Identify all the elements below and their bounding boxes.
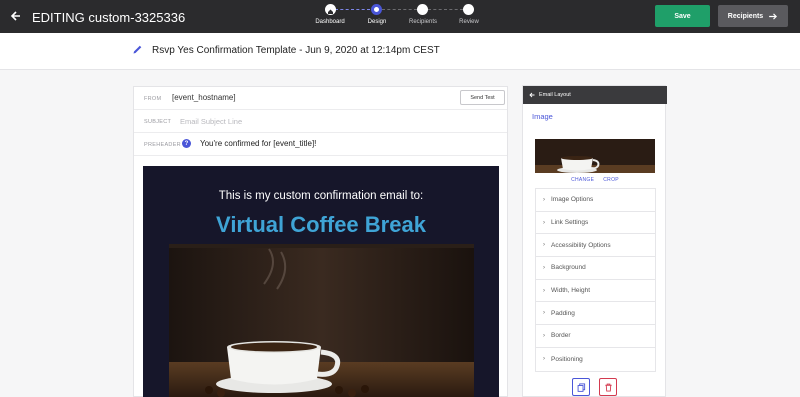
option-label: Width, Height	[551, 287, 591, 295]
option-background[interactable]: › Background	[536, 257, 655, 280]
option-label: Accessibility Options	[551, 241, 611, 249]
chevron-right-icon: ›	[543, 219, 545, 226]
from-row: FROM [event_hostname] Send Test	[134, 87, 507, 110]
option-label: Positioning	[551, 355, 583, 363]
chevron-right-icon: ›	[543, 242, 545, 249]
preheader-label: PREHEADER	[144, 142, 181, 148]
email-intro-text[interactable]: This is my custom confirmation email to:	[143, 190, 499, 202]
step-label-review: Review	[459, 19, 479, 25]
editing-title: EDITING custom-3325336	[32, 10, 186, 25]
option-label: Background	[551, 264, 586, 272]
coffee-photo	[169, 244, 474, 397]
home-icon	[328, 9, 333, 14]
step-recipients[interactable]	[417, 4, 428, 15]
arrow-right-icon	[769, 12, 778, 20]
send-test-label: Send Test	[470, 94, 495, 101]
option-border[interactable]: › Border	[536, 325, 655, 348]
chevron-right-icon: ›	[543, 264, 545, 271]
from-field[interactable]: [event_hostname]	[172, 93, 236, 102]
stepper-line	[382, 9, 417, 10]
help-icon[interactable]: ?	[182, 139, 191, 148]
stepper-line	[428, 9, 463, 10]
option-positioning[interactable]: › Positioning	[536, 348, 655, 371]
options-list: › Image Options › Link Settings › Access…	[535, 188, 656, 372]
chevron-right-icon: ›	[543, 310, 545, 317]
step-review[interactable]	[463, 4, 474, 15]
back-arrow-icon	[529, 92, 535, 98]
option-link-settings[interactable]: › Link Settings	[536, 212, 655, 235]
recipients-button[interactable]: Recipients	[718, 5, 788, 27]
subject-label: SUBJECT	[144, 119, 172, 125]
step-design[interactable]	[371, 4, 382, 15]
email-canvas[interactable]: This is my custom confirmation email to:…	[143, 166, 499, 397]
delete-button[interactable]	[599, 378, 617, 396]
step-dashboard[interactable]	[325, 4, 336, 15]
subject-field[interactable]: Email Subject Line	[180, 117, 242, 126]
image-section-title: Image	[532, 112, 553, 121]
option-image-options[interactable]: › Image Options	[536, 189, 655, 212]
from-label: FROM	[144, 96, 162, 102]
chevron-right-icon: ›	[543, 356, 545, 363]
preheader-row: PREHEADER ? You're confirmed for [event_…	[134, 133, 507, 156]
save-label: Save	[674, 12, 691, 20]
duplicate-button[interactable]	[572, 378, 590, 396]
subject-row: SUBJECT Email Subject Line	[134, 110, 507, 133]
option-label: Image Options	[551, 196, 594, 204]
option-label: Link Settings	[551, 219, 589, 227]
image-actions: CHANGE CROP	[523, 177, 667, 183]
change-link[interactable]: CHANGE	[571, 177, 594, 183]
option-width-height[interactable]: › Width, Height	[536, 280, 655, 303]
option-padding[interactable]: › Padding	[536, 302, 655, 326]
pencil-icon[interactable]	[132, 44, 143, 55]
crop-link[interactable]: CROP	[603, 177, 619, 183]
option-label: Border	[551, 332, 571, 340]
recipients-label: Recipients	[727, 12, 764, 20]
coffee-cup-image[interactable]	[169, 244, 474, 397]
back-arrow-icon[interactable]	[10, 8, 22, 24]
template-title[interactable]: Rsvp Yes Confirmation Template - Jun 9, …	[152, 45, 440, 56]
option-accessibility-options[interactable]: › Accessibility Options	[536, 234, 655, 258]
coffee-thumb	[535, 139, 655, 173]
chevron-right-icon: ›	[543, 196, 545, 203]
top-bar: EDITING custom-3325336 Dashboard Design …	[0, 0, 800, 33]
trash-icon	[604, 383, 612, 392]
save-button[interactable]: Save	[655, 5, 710, 27]
side-panel: Email Layout Image CHANGE CROP › Image O…	[522, 85, 667, 397]
send-test-button[interactable]: Send Test	[460, 90, 505, 105]
email-heading[interactable]: Virtual Coffee Break	[143, 212, 499, 238]
image-thumbnail	[535, 139, 655, 173]
stepper-line	[335, 9, 370, 10]
email-layout-header[interactable]: Email Layout	[523, 86, 667, 104]
chevron-right-icon: ›	[543, 332, 545, 339]
preheader-field[interactable]: You're confirmed for [event_title]!	[200, 139, 316, 148]
chevron-right-icon: ›	[543, 287, 545, 294]
email-layout-label: Email Layout	[539, 92, 571, 98]
copy-icon	[577, 382, 585, 392]
option-label: Padding	[551, 309, 575, 317]
